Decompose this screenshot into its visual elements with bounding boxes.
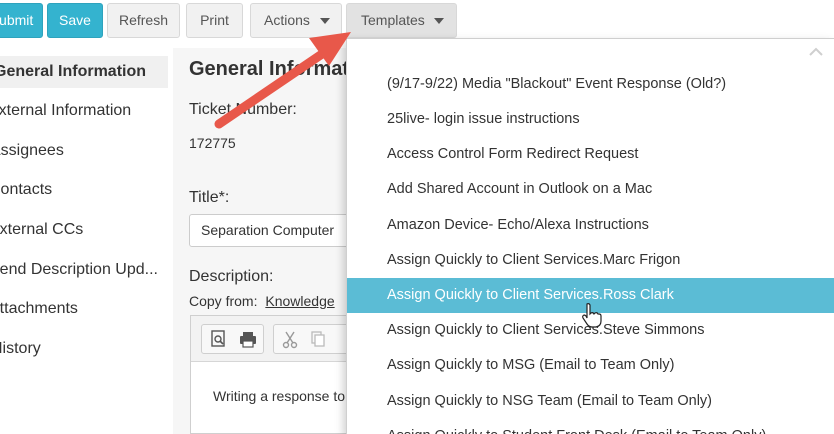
hand-cursor-icon	[582, 303, 602, 328]
save-button[interactable]: Save	[47, 3, 103, 38]
copy-icon[interactable]	[304, 325, 332, 353]
sidebar-item-contacts[interactable]: Contacts	[0, 174, 168, 206]
copy-from: Copy from: Knowledge	[189, 293, 335, 309]
title-label: Title*:	[189, 189, 230, 206]
submit-button[interactable]: Submit	[0, 3, 43, 38]
sidebar-item-send-description-updates[interactable]: Send Description Upd...	[0, 254, 168, 286]
knowledge-link[interactable]: Knowledge	[265, 293, 334, 309]
template-item[interactable]: (9/17-9/22) Media "Blackout" Event Respo…	[347, 67, 834, 102]
print-icon[interactable]	[234, 325, 262, 353]
sidebar-item-label: Assignees	[0, 142, 64, 159]
caret-down-icon	[434, 18, 444, 24]
preview-icon[interactable]	[204, 325, 232, 353]
sidebar-item-external-information[interactable]: External Information	[0, 95, 168, 127]
sidebar-item-label: Contacts	[0, 181, 53, 198]
sidebar-item-label: External Information	[0, 102, 132, 119]
sidebar-item-label: History	[0, 340, 41, 357]
sidebar-item-history[interactable]: History	[0, 333, 168, 365]
templates-dropdown-menu: (9/17-9/22) Media "Blackout" Event Respo…	[346, 38, 834, 434]
cut-icon[interactable]	[276, 325, 304, 353]
sidebar-item-attachments[interactable]: Attachments	[0, 293, 168, 325]
template-item[interactable]: Assign Quickly to NSG Team (Email to Tea…	[347, 384, 834, 419]
sidebar-item-general-information[interactable]: General Information	[0, 56, 168, 88]
template-item[interactable]: Amazon Device- Echo/Alexa Instructions	[347, 208, 834, 243]
sidebar-item-label: Send Description Upd...	[0, 261, 158, 278]
toolbar: Submit Save Refresh Print Actions Templa…	[0, 0, 834, 40]
actions-dropdown-button[interactable]: Actions	[250, 3, 342, 38]
chevron-up-icon[interactable]	[808, 47, 824, 57]
ticket-number-label: Ticket Number:	[189, 101, 297, 118]
template-item[interactable]: Assign Quickly to Client Services.Marc F…	[347, 243, 834, 278]
caret-down-icon	[320, 18, 330, 24]
template-item[interactable]: Assign Quickly to MSG (Email to Team Onl…	[347, 348, 834, 383]
template-item[interactable]: Assign Quickly to Student Front Desk (Em…	[347, 419, 834, 434]
print-button[interactable]: Print	[186, 3, 243, 38]
sidebar-item-label: External CCs	[0, 221, 84, 238]
refresh-button[interactable]: Refresh	[107, 3, 180, 38]
sidebar-item-label: Attachments	[0, 300, 78, 317]
actions-label: Actions	[264, 12, 310, 28]
templates-label: Templates	[361, 12, 425, 28]
ticket-number-value: 172775	[189, 135, 236, 151]
editor-text: Writing a response to	[213, 388, 346, 404]
templates-dropdown-button[interactable]: Templates	[346, 3, 457, 38]
template-item[interactable]: Access Control Form Redirect Request	[347, 137, 834, 172]
editor-toolbar-group	[201, 324, 264, 354]
template-item[interactable]: 25live- login issue instructions	[347, 102, 834, 137]
sidebar-item-external-ccs[interactable]: External CCs	[0, 214, 168, 246]
sidebar-item-assignees[interactable]: Assignees	[0, 135, 168, 167]
template-item[interactable]: Add Shared Account in Outlook on a Mac	[347, 172, 834, 207]
sidebar-item-label: General Information	[0, 63, 147, 80]
copy-from-label: Copy from:	[189, 293, 258, 309]
description-label: Description:	[189, 268, 274, 285]
